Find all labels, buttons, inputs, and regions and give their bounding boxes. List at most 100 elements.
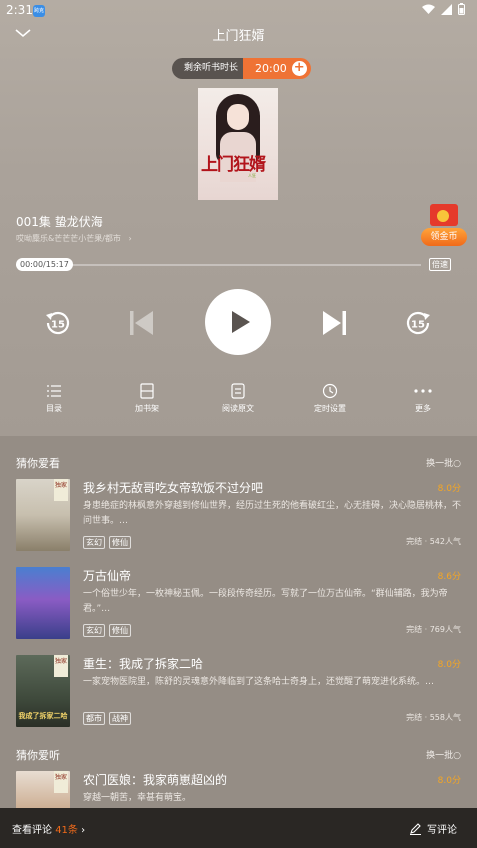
playback-controls: 15 15	[0, 289, 477, 359]
skip-previous-icon	[130, 311, 153, 335]
exclusive-badge: 独家	[54, 771, 68, 793]
book-tag: 玄幻	[83, 536, 105, 549]
wifi-icon	[422, 4, 435, 14]
player-header: 上门狂婿	[0, 22, 477, 46]
book-score: 8.6分	[437, 572, 461, 582]
menu-timer-settings[interactable]: 定时设置	[290, 383, 370, 414]
book-score: 8.0分	[437, 776, 461, 786]
exclusive-badge: 独家	[54, 655, 68, 677]
episode-credits[interactable]: 哎呦麋乐&芒芒芒小芒果/都市 ›	[16, 233, 132, 244]
book-desc: 穿越一朝苦，幸甚有萌宝。	[83, 793, 192, 803]
episode-credits-text: 哎呦麋乐&芒芒芒小芒果/都市	[16, 234, 121, 243]
forward-15-icon: 15	[406, 311, 430, 335]
forward-15-button[interactable]: 15	[404, 309, 432, 341]
book-stat: 完结 · 769人气	[406, 625, 461, 634]
write-comment-button[interactable]: 写评论	[409, 821, 457, 836]
status-time: 2:31	[6, 3, 33, 17]
forward-seconds: 15	[411, 320, 425, 331]
book-thumbnail	[16, 567, 70, 639]
book-tag: 都市	[83, 712, 105, 725]
plus-icon[interactable]: +	[291, 61, 307, 76]
player-menu: 目录 加书架 阅读原文 定时设置 更多	[0, 383, 477, 423]
book-tags: 玄幻 修仙	[83, 536, 131, 549]
list-item[interactable]: 独家 农门医娘：我家萌崽超凶的 8.0分 穿越一朝苦，幸甚有萌宝。	[0, 771, 477, 808]
progress-time[interactable]: 00:00/15:17	[16, 258, 73, 271]
next-button[interactable]	[320, 309, 348, 341]
view-comments-button[interactable]: 查看评论 41条 ›	[12, 821, 85, 836]
menu-label: 目录	[46, 404, 62, 413]
rec-listen-heading: 猜你爱听	[16, 749, 60, 762]
book-score: 8.0分	[437, 484, 461, 494]
book-stat: 完结 · 542人气	[406, 537, 461, 546]
status-icons	[422, 3, 465, 15]
book-desc: 身患绝症的林枫意外穿越到修仙世界，经历过生死的他看破红尘，心无挂碍，决心隐居桃林…	[83, 501, 462, 526]
cover-art-face	[227, 104, 249, 130]
book-tag: 战神	[109, 712, 131, 725]
book-thumbnail: 独家	[16, 479, 70, 551]
menu-label: 定时设置	[314, 404, 346, 413]
catalog-icon	[47, 385, 61, 397]
status-bar: 2:31 跨克	[0, 0, 477, 22]
book-desc: 一个俗世少年，一枚神秘玉佩。一段段传奇经历。写就了一位万古仙帝。“群仙辅路，我为…	[83, 589, 448, 614]
menu-label: 加书架	[135, 404, 159, 413]
comments-label: 查看评论	[12, 825, 52, 836]
clock-icon	[322, 383, 338, 399]
book-name: 万古仙帝	[83, 569, 132, 583]
rec-watch-refresh[interactable]: 换一批○	[426, 456, 461, 469]
comments-count: 41条	[55, 825, 78, 836]
chevron-right-icon: ›	[128, 234, 132, 243]
book-name: 农门医娘：我家萌崽超凶的	[83, 773, 228, 787]
rewind-15-button[interactable]: 15	[44, 309, 72, 341]
write-comment-label: 写评论	[427, 825, 457, 836]
book-thumbnail: 独家 我成了拆家二哈	[16, 655, 70, 727]
previous-button[interactable]	[128, 309, 156, 341]
book-tag: 修仙	[109, 536, 131, 549]
rewind-15-icon: 15	[46, 311, 70, 335]
timer-value-pill[interactable]: 20:00 +	[243, 58, 311, 79]
book-tag: 玄幻	[83, 624, 105, 637]
menu-read-original[interactable]: 阅读原文	[198, 383, 278, 414]
battery-icon	[458, 3, 465, 15]
rewind-seconds: 15	[51, 320, 65, 331]
menu-more[interactable]: 更多	[383, 383, 463, 414]
menu-label: 阅读原文	[222, 404, 254, 413]
menu-label: 更多	[415, 404, 431, 413]
app-notification-icon: 跨克	[33, 5, 45, 17]
menu-catalog[interactable]: 目录	[14, 383, 94, 414]
book-name: 我乡村无敌哥吃女帝软饭不过分吧	[83, 481, 264, 495]
more-dots-icon	[414, 389, 432, 393]
book-desc: 一家宠物医院里，陈舒的灵魂意外降临到了这条哈士奇身上，还觉醒了萌宠进化系统。…	[83, 677, 435, 687]
signal-icon	[441, 3, 452, 15]
gold-coin-button[interactable]: 领金币	[421, 202, 467, 248]
cover-author-badge: 人狂	[248, 173, 256, 178]
cover-text: 我成了拆家二哈	[18, 712, 68, 720]
timer-value: 20:00	[255, 62, 287, 75]
book-cover[interactable]: 上门狂婿 人狂	[198, 88, 278, 200]
book-tag: 修仙	[109, 624, 131, 637]
menu-add-shelf[interactable]: 加书架	[107, 383, 187, 414]
pen-icon	[410, 823, 421, 835]
exclusive-badge: 独家	[54, 479, 68, 501]
book-tags: 都市 战神	[83, 712, 131, 725]
rec-watch-heading: 猜你爱看	[16, 457, 60, 470]
timer-label: 剩余听书时长	[172, 58, 248, 79]
cover-title-art: 上门狂婿	[201, 155, 266, 175]
book-thumbnail: 独家	[16, 771, 70, 808]
document-icon	[231, 383, 245, 399]
comment-footer: 查看评论 41条 › 写评论	[0, 808, 477, 848]
play-button[interactable]	[205, 289, 271, 355]
book-stat: 完结 · 558人气	[406, 713, 461, 722]
bookshelf-add-icon	[140, 383, 154, 399]
page-title: 上门狂婿	[212, 29, 265, 44]
listen-timer[interactable]: 剩余听书时长 20:00 +	[172, 58, 311, 79]
progress-bar[interactable]: 00:00/15:17 倍速	[16, 258, 456, 272]
coin-icon	[437, 210, 449, 222]
speed-button[interactable]: 倍速	[429, 258, 451, 271]
progress-track[interactable]	[16, 264, 421, 266]
episode-title: 001集 蛰龙伏海	[16, 215, 103, 229]
rec-listen-refresh[interactable]: 换一批○	[426, 748, 461, 761]
book-score: 8.0分	[437, 660, 461, 670]
skip-next-icon	[323, 311, 346, 335]
play-icon	[232, 311, 250, 333]
book-tags: 玄幻 修仙	[83, 624, 131, 637]
